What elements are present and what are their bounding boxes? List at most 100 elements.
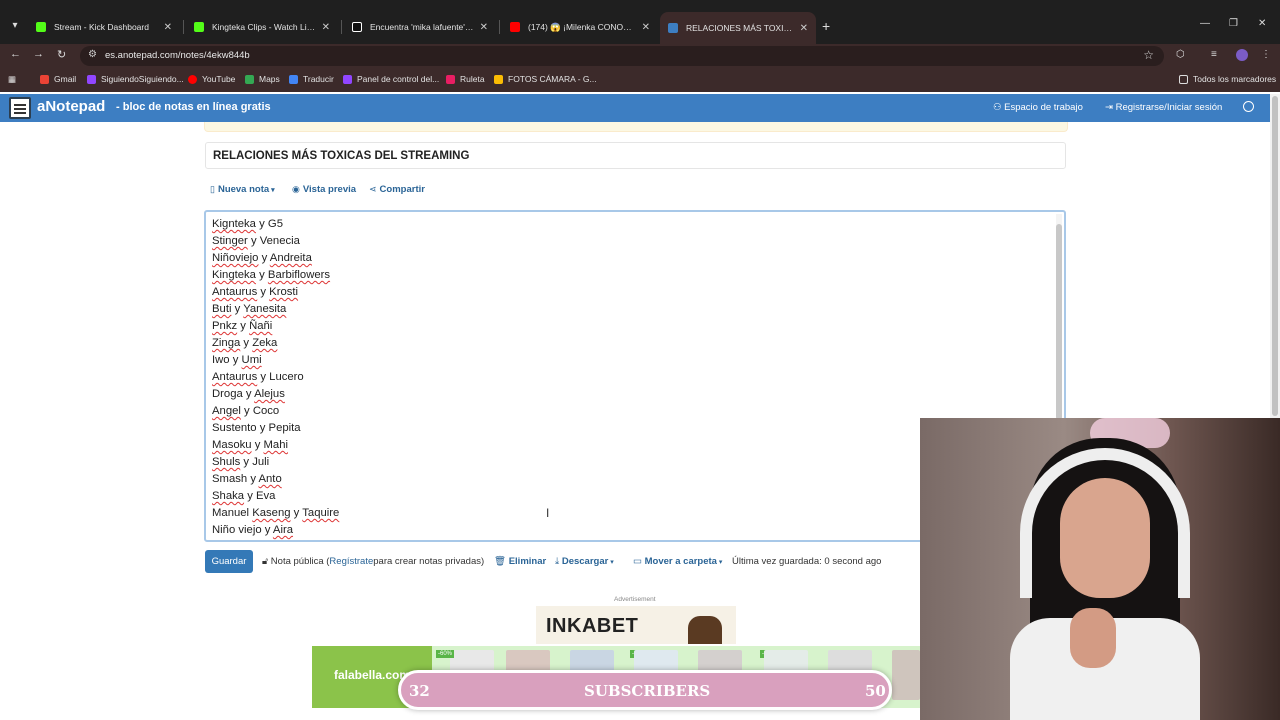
ad-image (688, 616, 722, 644)
translate-icon (289, 74, 298, 84)
note-line: Kignteka y G5 (212, 218, 283, 230)
share-icon: ⋖ (369, 184, 377, 194)
forward-icon[interactable]: → (33, 48, 44, 60)
trash-icon: 🗑︎ (494, 556, 509, 567)
roulette-icon (446, 74, 455, 84)
delete-label: Eliminar (508, 556, 547, 567)
subscriber-goal: 50 (865, 682, 886, 700)
kick-icon (194, 22, 204, 32)
bookmark-label: SiguiendoSiguiendo... (101, 74, 184, 84)
close-icon[interactable]: ✕ (322, 22, 330, 33)
editor-scrollbar-thumb[interactable] (1056, 224, 1062, 420)
new-note-dropdown[interactable]: ▯ Nueva nota ▾ (210, 184, 275, 195)
ad-product (892, 650, 920, 700)
menu-kebab-icon[interactable]: ⋮ (1261, 49, 1273, 61)
note-line: Kingteka y Barbiflowers (212, 269, 331, 281)
bookmark-star-icon[interactable]: ☆ (1143, 48, 1154, 62)
maximize-icon[interactable]: ❐ (1229, 18, 1238, 29)
note-line: Angel y Coco (212, 405, 280, 417)
workspace-label: Espacio de trabajo (1004, 102, 1083, 113)
note-line: Shuls y Juli (212, 456, 270, 468)
anotepad-icon (668, 23, 678, 33)
browser-tab-strip: ▾ Stream - Kick Dashboard ✕ Kingteka Cli… (0, 0, 1280, 46)
site-info-icon[interactable]: ⚙ (88, 49, 97, 60)
close-icon[interactable]: ✕ (642, 22, 650, 33)
note-line: Antaurus y Krosti (212, 286, 299, 298)
apps-icon[interactable]: ▦ (8, 74, 16, 85)
notepad-logo-icon[interactable] (9, 97, 31, 119)
window-close-icon[interactable]: ✕ (1258, 18, 1266, 29)
back-icon[interactable]: ← (10, 48, 21, 60)
drive-icon (494, 74, 503, 84)
media-icon[interactable]: ≡ (1211, 49, 1223, 61)
subscriber-count: 32 (409, 682, 430, 700)
download-dropdown[interactable]: ⤓ Descargar ▾ (555, 556, 614, 567)
unlock-icon: 🔓︎ (262, 556, 271, 567)
bookmark-traducir[interactable]: Traducir (289, 74, 334, 84)
subscriber-goal-overlay: 32 SUBSCRIBERS 50 (398, 670, 892, 710)
public-note-label: Nota pública ( (270, 556, 330, 567)
tab-kick-dashboard[interactable]: Stream - Kick Dashboard ✕ (28, 14, 180, 40)
page-scrollbar-thumb[interactable] (1272, 96, 1278, 416)
eye-icon: ◉ (292, 184, 300, 194)
site-tagline: - bloc de notas en línea gratis (116, 101, 271, 113)
bookmark-siguiendo[interactable]: SiguiendoSiguiendo... (87, 74, 184, 84)
bookmark-label: Panel de control del... (357, 74, 440, 84)
note-line: Niño viejo y Aira (212, 524, 294, 536)
note-line: Smash y Anto (212, 473, 282, 485)
tab-youtube[interactable]: (174) 😱 ¡Milenka CONOCERÁ ✕ (502, 14, 658, 40)
register-link[interactable]: Regístrate (329, 556, 373, 567)
caret-down-icon: ▾ (716, 558, 723, 566)
note-line: Antaurus y Lucero (212, 371, 304, 383)
language-globe-icon[interactable] (1243, 101, 1254, 112)
address-bar[interactable]: ⚙ es.anotepad.com/notes/4ekw844b ☆ (80, 46, 1164, 66)
workspace-link[interactable]: ⚇ Espacio de trabajo (993, 102, 1083, 113)
tab-title: Encuentra 'mika lafuente' en TikTok (370, 22, 474, 32)
private-note-hint: para crear notas privadas) (373, 556, 485, 567)
move-label: Mover a carpeta (644, 556, 717, 567)
close-icon[interactable]: ✕ (480, 22, 488, 33)
extensions-icon[interactable]: ⬡ (1176, 49, 1188, 61)
bookmark-fotos[interactable]: FOTOS CÁMARA - G... (494, 74, 597, 84)
bookmark-ruleta[interactable]: Ruleta (446, 74, 485, 84)
bookmark-maps[interactable]: Maps (245, 74, 280, 84)
close-icon[interactable]: ✕ (164, 22, 172, 33)
note-line: Shaka y Eva (212, 490, 276, 502)
save-button[interactable]: Guardar (205, 550, 253, 573)
text-cursor-icon: I (546, 506, 550, 520)
note-body: Kignteka y G5 Stinger y Venecia Niñoviejo … (212, 216, 339, 539)
folder-icon (1179, 74, 1188, 84)
new-note-label: Nueva nota (217, 184, 270, 195)
new-note-icon: ▯ (210, 184, 215, 194)
all-bookmarks[interactable]: Todos los marcadores (1179, 74, 1276, 84)
tab-anotepad[interactable]: RELACIONES MÁS TOXICAS DEL STREAMING ✕ (660, 12, 816, 44)
ad-label: Advertisement (614, 596, 656, 603)
site-logo[interactable]: aNotepad (37, 98, 105, 115)
profile-avatar[interactable] (1236, 49, 1248, 61)
minimize-icon[interactable]: — (1200, 18, 1210, 29)
delete-link[interactable]: 🗑︎ Eliminar (494, 556, 546, 567)
note-line: Sustento y Pepita (212, 422, 301, 434)
new-tab-icon[interactable]: + (822, 18, 830, 34)
share-link[interactable]: ⋖ Compartir (369, 184, 425, 195)
bookmark-gmail[interactable]: Gmail (40, 74, 76, 84)
site-header: aNotepad - bloc de notas en línea gratis… (0, 94, 1270, 122)
note-title-field[interactable]: RELACIONES MÁS TOXICAS DEL STREAMING (205, 142, 1066, 169)
tab-tiktok[interactable]: Encuentra 'mika lafuente' en TikTok ✕ (344, 14, 496, 40)
tab-kingteka-clips[interactable]: Kingteka Clips - Watch Live on Kick ✕ (186, 14, 338, 40)
preview-link[interactable]: ◉ Vista previa (292, 184, 356, 195)
close-icon[interactable]: ✕ (800, 23, 808, 34)
bookmark-youtube[interactable]: YouTube (188, 74, 235, 84)
tab-title: Kingteka Clips - Watch Live on Kick (212, 22, 316, 32)
tab-search-icon[interactable]: ▾ (6, 17, 24, 35)
bookmark-panel[interactable]: Panel de control del... (343, 74, 439, 84)
preview-label: Vista previa (302, 184, 357, 195)
note-line: Iwo y Umi (212, 354, 262, 366)
webcam-overlay (920, 418, 1280, 720)
bookmark-label: Ruleta (460, 74, 485, 84)
login-link[interactable]: ⇥ Registrarse/Iniciar sesión (1105, 102, 1222, 113)
reload-icon[interactable]: ↻ (57, 48, 66, 61)
inkabet-ad[interactable]: INKABET (536, 606, 736, 644)
move-folder-dropdown[interactable]: ▭ Mover a carpeta ▾ (633, 556, 722, 567)
bookmark-label: FOTOS CÁMARA - G... (508, 74, 597, 84)
